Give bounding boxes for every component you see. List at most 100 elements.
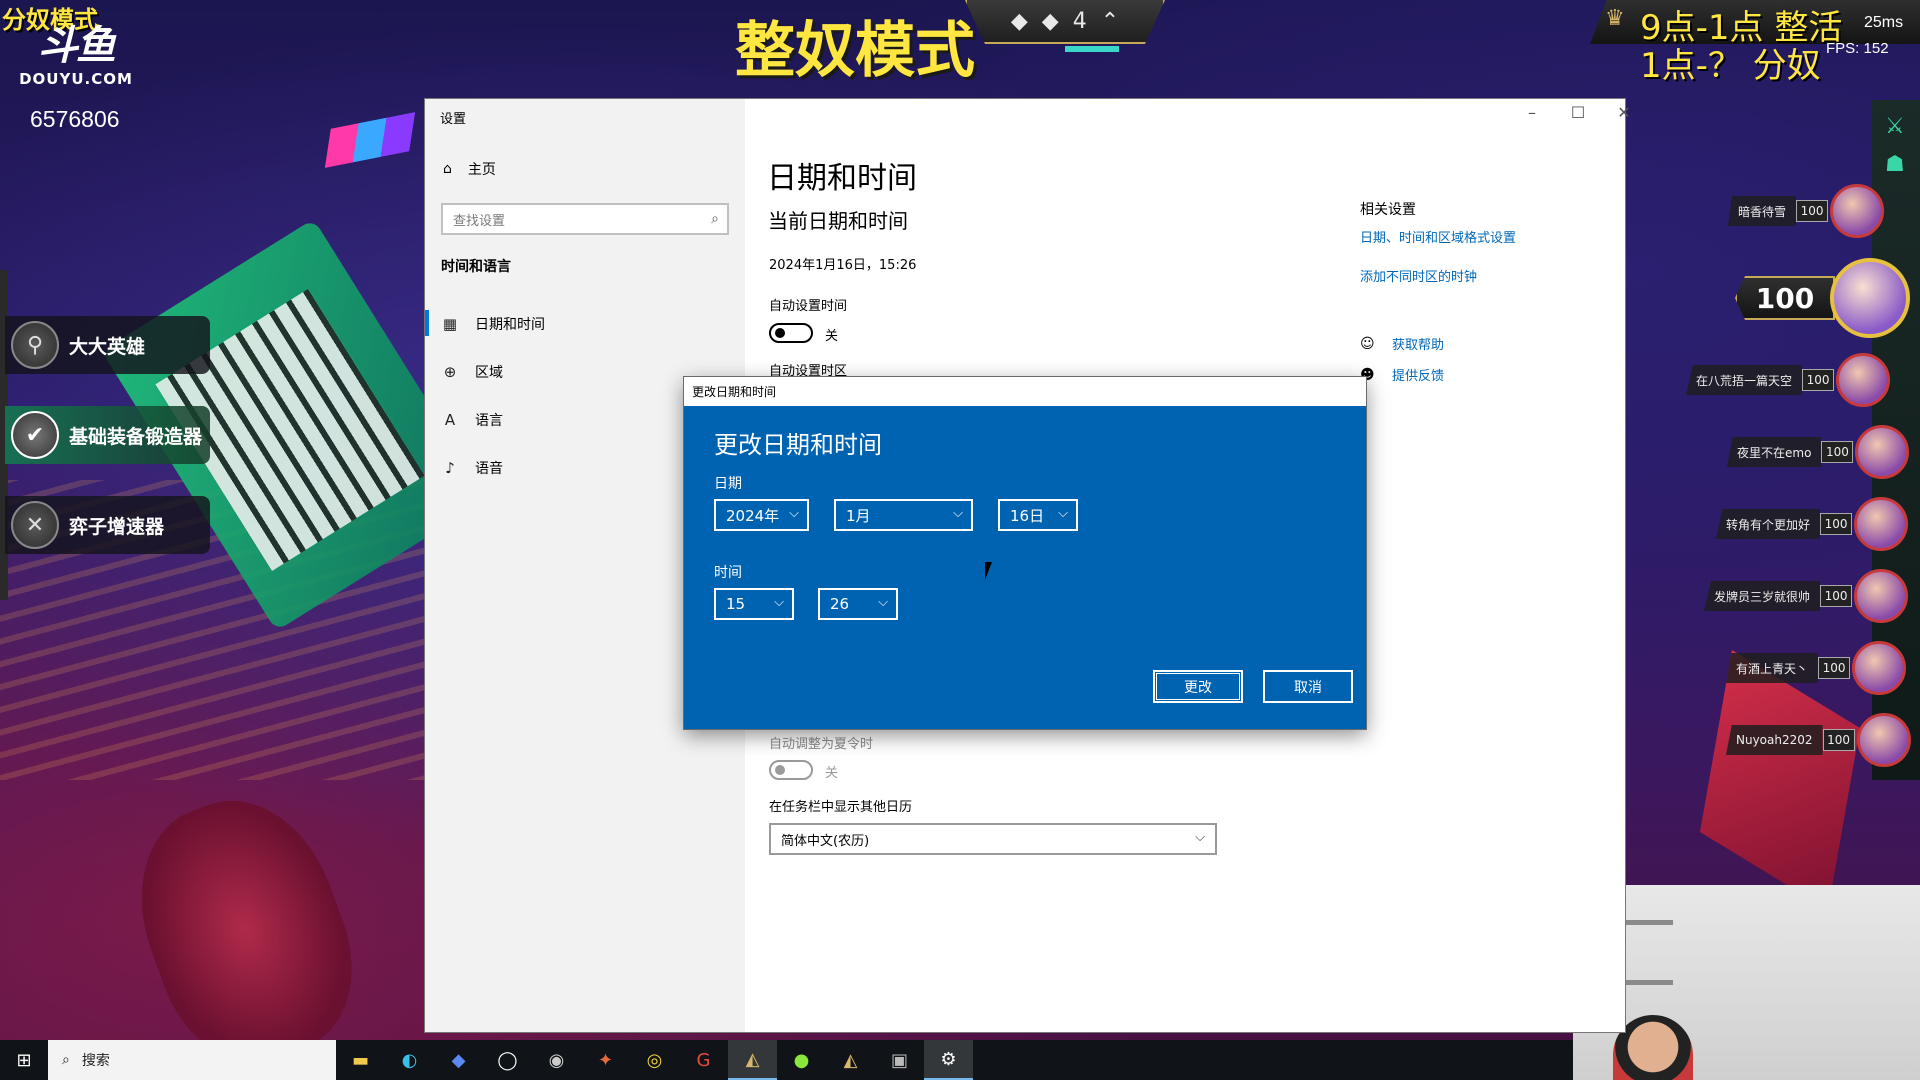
- player-row[interactable]: 夜里不在emo 100: [1727, 425, 1910, 479]
- hud-count: 4: [1072, 8, 1087, 34]
- help-row[interactable]: ☺ 获取帮助: [1360, 334, 1444, 354]
- chevron-up-icon: ⌃: [1100, 8, 1120, 34]
- overlay-line-2: 1点-？ 分奴: [1640, 46, 1821, 86]
- hour-select[interactable]: 15 ⌵: [714, 588, 794, 620]
- dst-toggle[interactable]: [769, 760, 813, 780]
- app-icon[interactable]: G: [679, 1040, 728, 1080]
- feedback-row[interactable]: ☻ 提供反馈: [1360, 365, 1444, 385]
- day-value: 16日: [1010, 506, 1045, 525]
- chevron-down-icon: ⌵: [1195, 830, 1205, 845]
- search-icon: ⌕: [711, 211, 719, 227]
- app-icon[interactable]: ▣: [875, 1040, 924, 1080]
- player-name: 发牌员三岁就很帅: [1704, 581, 1821, 611]
- player-name: 夜里不在emo: [1727, 437, 1822, 467]
- calendar-label: 在任务栏中显示其他日历: [769, 800, 913, 815]
- nav-home-label: 主页: [467, 162, 496, 178]
- add-clocks-link[interactable]: 添加不同时区的时钟: [1360, 266, 1477, 285]
- augment-label: 大大英雄: [69, 335, 146, 358]
- day-select[interactable]: 16日 ⌵: [998, 499, 1078, 531]
- player-name: 暗香待雪: [1728, 196, 1797, 226]
- crown-icon: ♛: [1605, 6, 1625, 31]
- cancel-button[interactable]: 取消: [1263, 670, 1353, 703]
- app-icon[interactable]: ◎: [630, 1040, 679, 1080]
- obs-icon[interactable]: ◉: [532, 1040, 581, 1080]
- own-hp: 100: [1735, 276, 1835, 320]
- lol-icon[interactable]: ◭: [728, 1040, 777, 1080]
- augment-label: 弈子增速器: [69, 515, 165, 538]
- close-button[interactable]: ✕: [1601, 103, 1647, 122]
- related-settings-title: 相关设置: [1360, 202, 1416, 218]
- diamond-icon: ◆: [1041, 8, 1059, 34]
- settings-gear-icon[interactable]: ⚙: [924, 1040, 973, 1080]
- nav-item-date-time[interactable]: ▦ 日期和时间: [425, 310, 545, 336]
- chevron-down-icon: ⌵: [789, 506, 799, 521]
- nav-item-region[interactable]: ⊕ 区域: [441, 362, 503, 382]
- maximize-button[interactable]: ☐: [1555, 103, 1601, 122]
- app-icon[interactable]: ◆: [434, 1040, 483, 1080]
- windows-start-icon[interactable]: ⊞: [0, 1040, 48, 1080]
- nav-item-language[interactable]: A 语言: [441, 410, 503, 430]
- pin-icon: ⚲: [11, 321, 59, 369]
- nav-item-speech[interactable]: ♪ 语音: [441, 458, 503, 478]
- player-avatar: [1856, 713, 1911, 767]
- auto-time-label: 自动设置时间: [769, 299, 848, 314]
- file-explorer-icon[interactable]: ▬: [336, 1040, 385, 1080]
- search-placeholder: 查找设置: [453, 213, 506, 229]
- augment-panel[interactable]: ✕ 弈子增速器: [5, 496, 210, 554]
- webcam-feed: [1573, 885, 1920, 1080]
- app-icon[interactable]: ◯: [483, 1040, 532, 1080]
- player-avatar: [1852, 641, 1907, 695]
- year-select[interactable]: 2024年 ⌵: [714, 499, 809, 531]
- app-icon[interactable]: ✦: [581, 1040, 630, 1080]
- app-icon[interactable]: ●: [777, 1040, 826, 1080]
- minute-select[interactable]: 26 ⌵: [818, 588, 898, 620]
- current-datetime: 2024年1月16日，15:26: [769, 258, 917, 273]
- player-row[interactable]: 发牌员三岁就很帅 100: [1704, 569, 1909, 623]
- augment-panel[interactable]: ⚲ 大大英雄: [5, 316, 210, 374]
- region-format-link[interactable]: 日期、时间和区域格式设置: [1360, 227, 1516, 246]
- date-label: 日期: [714, 476, 742, 492]
- player-row[interactable]: 在八荒捂一篇天空 100: [1686, 353, 1891, 407]
- month-select[interactable]: 1月 ⌵: [834, 499, 973, 531]
- nav-item-label: 语音: [475, 461, 503, 477]
- chevron-down-icon: ⌵: [1058, 506, 1068, 521]
- taskbar: ⊞ ⌕ 搜索 ▬ ◐ ◆ ◯ ◉ ✦ ◎ G ◭ ● ◭ ▣ ⚙: [0, 1040, 1573, 1080]
- check-icon: ✔: [11, 411, 59, 459]
- player-hp: 100: [1802, 369, 1835, 391]
- augment-panel[interactable]: ✔ 基础装备锻造器: [5, 406, 210, 464]
- month-value: 1月: [846, 506, 871, 525]
- change-datetime-dialog: 更改日期和时间 更改日期和时间 日期 2024年 ⌵ 1月 ⌵ 16日 ⌵ 时间…: [684, 377, 1366, 729]
- dialog-titlebar: 更改日期和时间: [684, 377, 1366, 406]
- player-avatar: [1830, 184, 1885, 238]
- auto-time-state: 关: [825, 329, 839, 344]
- diamond-icon: ◆: [1010, 8, 1028, 34]
- mouse-cursor-icon: [985, 562, 999, 580]
- own-avatar[interactable]: [1830, 258, 1910, 338]
- change-button[interactable]: 更改: [1153, 670, 1243, 703]
- nav-home[interactable]: ⌂ 主页: [443, 159, 496, 179]
- nav-item-label: 语言: [475, 413, 503, 429]
- search-icon: ⌕: [62, 1052, 70, 1068]
- lol-icon[interactable]: ◭: [826, 1040, 875, 1080]
- player-row[interactable]: 有酒上青天丶 100: [1726, 641, 1907, 695]
- time-label: 时间: [714, 565, 742, 581]
- player-name: 转角有个更加好: [1716, 509, 1821, 539]
- ping: 25ms: [1864, 14, 1904, 31]
- player-avatar: [1855, 425, 1910, 479]
- player-row[interactable]: 转角有个更加好 100: [1716, 497, 1909, 551]
- taskbar-search[interactable]: ⌕ 搜索: [48, 1040, 336, 1080]
- home-icon: ⌂: [443, 161, 452, 177]
- calendar-select[interactable]: 简体中文(农历) ⌵: [769, 823, 1217, 855]
- player-row[interactable]: Nuyoah2202 100: [1726, 713, 1911, 767]
- edge-icon[interactable]: ◐: [385, 1040, 434, 1080]
- hud-bar: [1065, 46, 1119, 52]
- search-input[interactable]: 查找设置 ⌕: [441, 203, 729, 235]
- auto-time-toggle[interactable]: [769, 323, 813, 343]
- minimize-button[interactable]: –: [1509, 103, 1555, 122]
- top-hud: ◆ ◆ 4 ⌃: [965, 0, 1165, 44]
- page-title: 日期和时间: [767, 161, 917, 196]
- player-name: 有酒上青天丶: [1726, 653, 1819, 683]
- douyu-logo: 斗鱼 DOUYU.COM: [16, 22, 136, 88]
- player-row[interactable]: 暗香待雪 100: [1728, 184, 1885, 238]
- fps: FPS: 152: [1826, 40, 1889, 57]
